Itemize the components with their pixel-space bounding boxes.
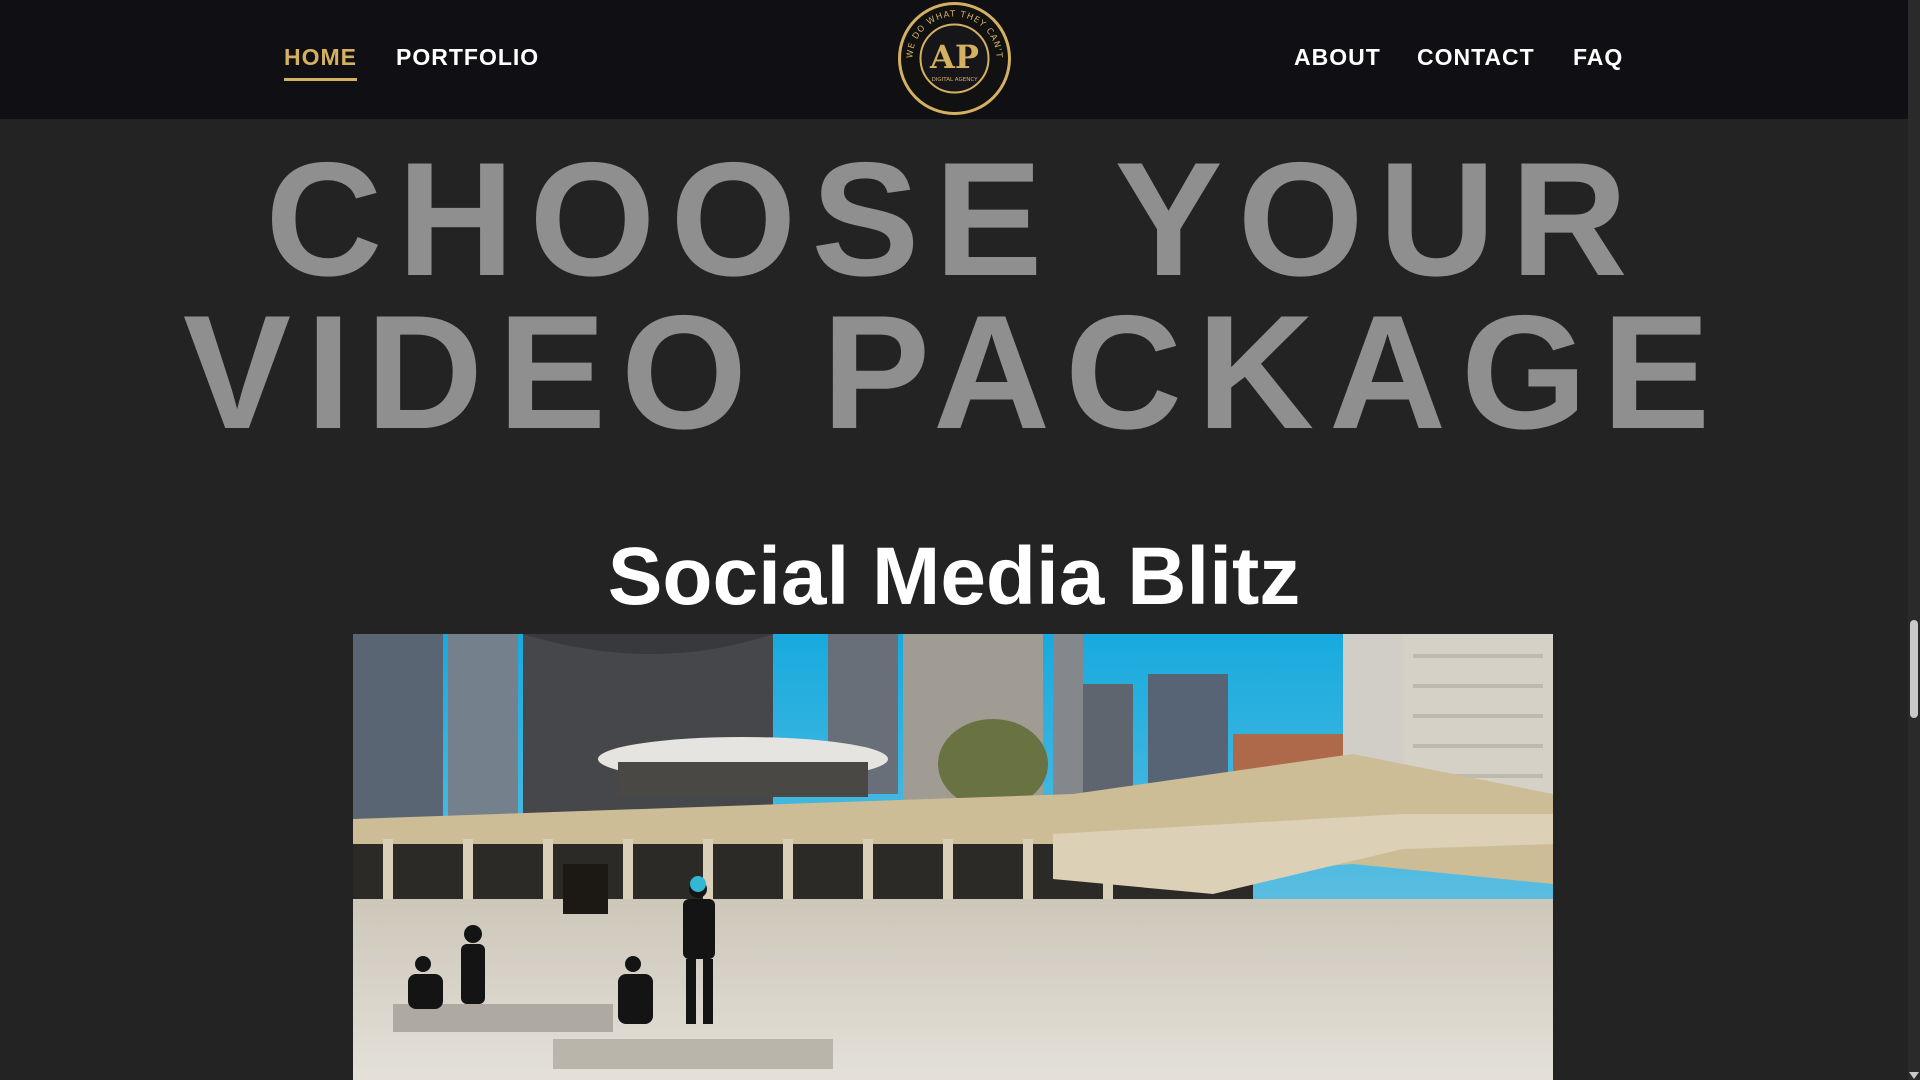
brand-logo[interactable]: WE DO WHAT THEY CAN'T AP DIGITAL AGENCY: [897, 1, 1012, 116]
nav-portfolio-link[interactable]: PORTFOLIO: [396, 44, 539, 71]
logo-monogram: AP: [929, 38, 979, 76]
package-preview-image[interactable]: [353, 634, 1553, 1080]
scrollbar-thumb[interactable]: [1910, 620, 1918, 718]
scroll-down-arrow-icon[interactable]: [1909, 1072, 1919, 1079]
nav-home-link[interactable]: HOME: [284, 44, 357, 81]
hero-heading-line-1: CHOOSE YOUR: [265, 129, 1643, 310]
nav-contact-link[interactable]: CONTACT: [1417, 44, 1535, 71]
site-header: HOME PORTFOLIO WE DO WHAT THEY CAN'T AP …: [0, 0, 1908, 119]
nav-home-label: HOME: [284, 44, 357, 70]
logo-subtext: DIGITAL AGENCY: [932, 77, 979, 83]
logo-emblem-icon: WE DO WHAT THEY CAN'T AP DIGITAL AGENCY: [898, 2, 1011, 115]
city-plaza-illustration: [353, 634, 1553, 1080]
page-scrollbar[interactable]: [1908, 0, 1920, 1080]
nav-faq-link[interactable]: FAQ: [1573, 44, 1623, 71]
package-title: Social Media Blitz: [607, 531, 1301, 622]
active-nav-underline: [284, 78, 357, 81]
hero-heading-line-2: VIDEO PACKAGE: [182, 282, 1726, 463]
nav-about-link[interactable]: ABOUT: [1294, 44, 1381, 71]
